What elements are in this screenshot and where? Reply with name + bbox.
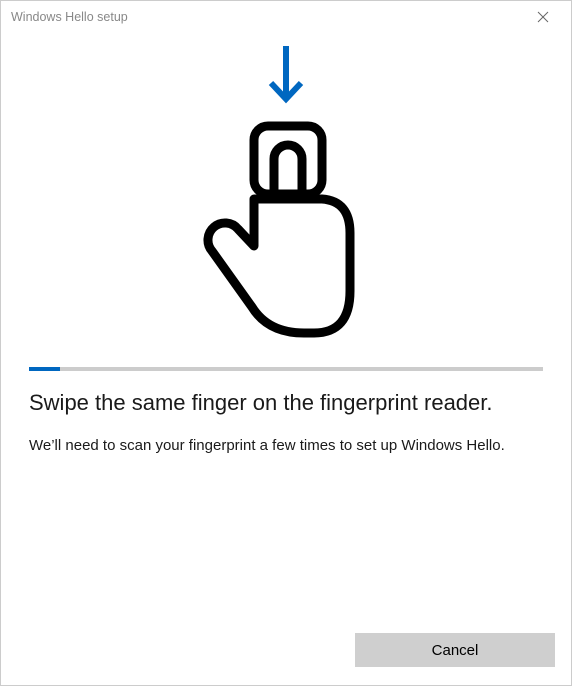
instruction-heading: Swipe the same finger on the fingerprint… xyxy=(29,389,543,418)
dialog-window: Windows Hello setup xyxy=(0,0,572,686)
close-button[interactable] xyxy=(523,2,563,32)
window-title: Windows Hello setup xyxy=(11,10,523,24)
arrow-down-icon xyxy=(261,41,311,111)
dialog-footer: Cancel xyxy=(1,633,571,685)
instruction-subtext: We’ll need to scan your fingerprint a fe… xyxy=(29,436,543,456)
progress-fill xyxy=(29,367,60,371)
fingerprint-illustration xyxy=(29,33,543,363)
cancel-button[interactable]: Cancel xyxy=(355,633,555,667)
titlebar: Windows Hello setup xyxy=(1,1,571,33)
progress-bar xyxy=(29,367,543,371)
close-icon xyxy=(537,11,549,23)
dialog-content: Swipe the same finger on the fingerprint… xyxy=(1,33,571,633)
finger-touch-icon xyxy=(186,111,386,351)
